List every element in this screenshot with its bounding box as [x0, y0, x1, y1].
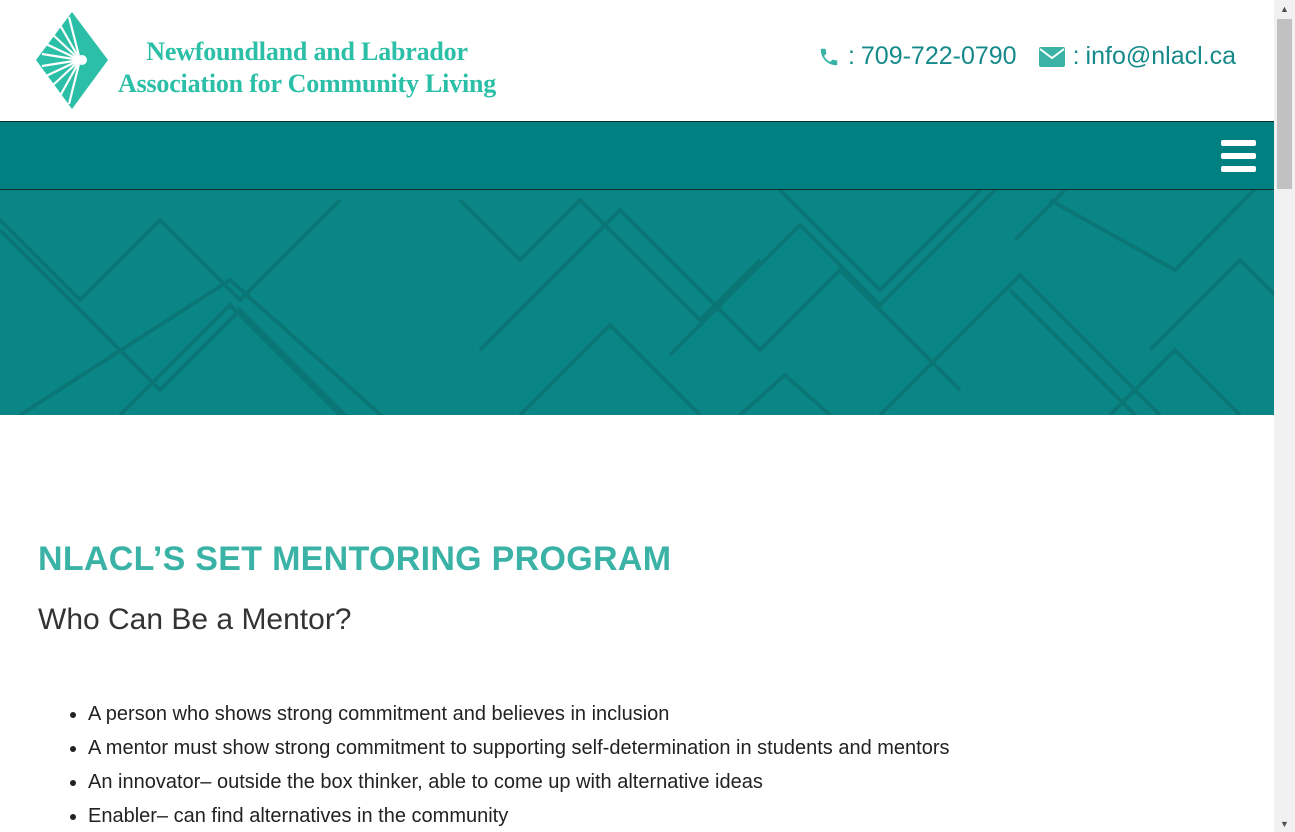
section-subtitle: Who Can Be a Mentor? [38, 603, 352, 636]
vertical-scrollbar[interactable]: ▲ ▼ [1274, 0, 1295, 832]
scroll-down-arrow-icon[interactable]: ▼ [1274, 815, 1295, 832]
hamburger-menu-icon[interactable] [1221, 140, 1256, 172]
list-item: Enabler– can find alternatives in the co… [88, 799, 1238, 832]
phone-contact[interactable]: : 709-722-0790 [818, 42, 1017, 71]
logo-icon[interactable] [36, 12, 108, 109]
mentor-criteria-list: A person who shows strong commitment and… [38, 697, 1238, 832]
scrollbar-thumb[interactable] [1277, 19, 1292, 189]
phone-separator: : [847, 42, 855, 70]
logo-line-2: Association for Community Living [118, 69, 497, 98]
email-separator: : [1072, 42, 1080, 70]
page: Newfoundland and Labrador Association fo… [0, 0, 1274, 832]
email-contact[interactable]: : info@nlacl.ca [1038, 42, 1236, 71]
contact-info: : 709-722-0790 : info@nlacl.ca [796, 42, 1236, 71]
list-item: A person who shows strong commitment and… [88, 697, 1238, 731]
email-address[interactable]: info@nlacl.ca [1086, 42, 1236, 71]
scroll-up-arrow-icon[interactable]: ▲ [1274, 0, 1295, 17]
hero-banner [0, 190, 1274, 415]
hero-pattern [0, 190, 1274, 415]
phone-number[interactable]: 709-722-0790 [861, 42, 1017, 71]
phone-icon [818, 46, 840, 68]
logo-line-1: Newfoundland and Labrador [146, 37, 468, 66]
main-content: NLACL’S SET MENTORING PROGRAM Who Can Be… [38, 540, 1238, 832]
logo-text[interactable]: Newfoundland and Labrador Association fo… [118, 36, 496, 100]
site-header: Newfoundland and Labrador Association fo… [0, 0, 1274, 121]
list-item: An innovator– outside the box thinker, a… [88, 765, 1238, 799]
list-item: A mentor must show strong commitment to … [88, 731, 1238, 765]
page-title: NLACL’S SET MENTORING PROGRAM [38, 540, 672, 578]
main-navigation-bar [0, 121, 1274, 190]
envelope-icon [1038, 46, 1065, 67]
